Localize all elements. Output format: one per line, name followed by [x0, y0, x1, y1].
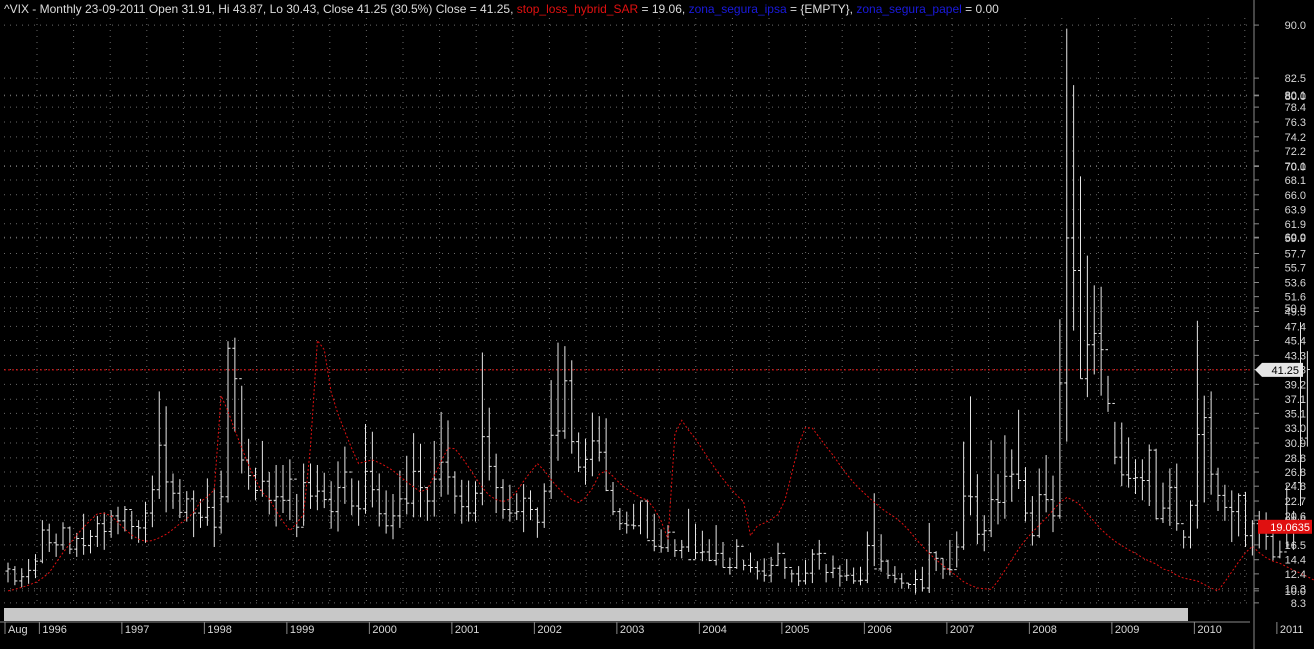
x-tick-label: 2011 — [1280, 624, 1304, 636]
y-tick-label: 12.4 — [1285, 569, 1306, 581]
sar-line — [7, 339, 1314, 592]
x-axis: Aug 1996 1997 1998 1999 2000 2001 2002 2003 2004 2… — [0, 608, 1304, 636]
x-tick-label: 2001 — [455, 624, 479, 636]
x-tick-label: Aug — [8, 624, 28, 636]
x-tick-label: 1999 — [290, 624, 314, 636]
x-tick-label: 1996 — [42, 624, 66, 636]
x-tick-label: 2009 — [1115, 624, 1139, 636]
y-tick-label: 78.4 — [1285, 102, 1306, 114]
y-tick-label: 59.9 — [1285, 233, 1306, 245]
x-tick-label: 2005 — [785, 624, 809, 636]
x-tick-label: 2000 — [372, 624, 396, 636]
y-tick-label: 14.4 — [1285, 555, 1306, 567]
y-tick-label: 39.2 — [1285, 379, 1306, 391]
y-tick-label: 66.0 — [1285, 190, 1306, 202]
y-tick-label: 53.6 — [1285, 278, 1306, 290]
y-tick-label: 51.6 — [1285, 292, 1306, 304]
x-tick-label: 2003 — [620, 624, 644, 636]
x-tick-label: 2010 — [1197, 624, 1221, 636]
y-tick-label: 22.7 — [1285, 496, 1306, 508]
y-tick-label: 72.2 — [1285, 146, 1306, 158]
y-tick-label: 8.3 — [1291, 598, 1306, 610]
y-tick-label: 35.1 — [1285, 408, 1306, 420]
y-tick-label: 30.9 — [1285, 438, 1306, 450]
y-tick-label: 43.3 — [1285, 350, 1306, 362]
y-tick-label: 63.9 — [1285, 205, 1306, 217]
y-tick-label: 82.5 — [1285, 73, 1306, 85]
x-tick-label: 2007 — [950, 624, 974, 636]
y-tick-label: 74.2 — [1285, 132, 1306, 144]
y-tick-label: 57.7 — [1285, 249, 1306, 261]
chart-area[interactable]: 90.082.580.080.178.476.374.272.270.070.1… — [0, 0, 1314, 649]
y-tick-label: 26.8 — [1285, 467, 1306, 479]
y-tick-label: 16.5 — [1285, 540, 1306, 552]
y-tick-label: 24.8 — [1285, 481, 1306, 493]
y-tick-label: 47.4 — [1285, 321, 1306, 333]
y-tick-label: 49.5 — [1285, 307, 1306, 319]
y-tick-label: 70.1 — [1285, 161, 1306, 173]
x-tick-label: 2006 — [867, 624, 891, 636]
y-tick-label: 80.1 — [1285, 90, 1306, 102]
y-tick-label: 33.0 — [1285, 423, 1306, 435]
x-tick-label: 1998 — [207, 624, 231, 636]
y-tick-label: 10.3 — [1285, 584, 1306, 596]
y-tick-label: 61.9 — [1285, 219, 1306, 231]
x-tick-label: 2002 — [537, 624, 561, 636]
x-scroll-band — [4, 608, 1188, 621]
x-tick-label: 2008 — [1032, 624, 1056, 636]
y-tick-label: 90.0 — [1285, 20, 1306, 32]
y-tick-label: 68.1 — [1285, 175, 1306, 187]
last-close-tag-label: 41.25 — [1271, 365, 1299, 377]
y-tick-label: 37.1 — [1285, 394, 1306, 406]
y-tick-label: 28.8 — [1285, 453, 1306, 465]
sar-tag-label: 19.0635 — [1270, 522, 1310, 534]
x-tick-label: 2004 — [702, 624, 726, 636]
y-tick-label: 76.3 — [1285, 117, 1306, 129]
y-tick-label: 55.7 — [1285, 263, 1306, 275]
y-axis: 90.082.580.080.178.476.374.272.270.070.1… — [1253, 0, 1312, 649]
x-tick-label: 1997 — [125, 624, 149, 636]
y-tick-label: 45.4 — [1285, 335, 1306, 347]
